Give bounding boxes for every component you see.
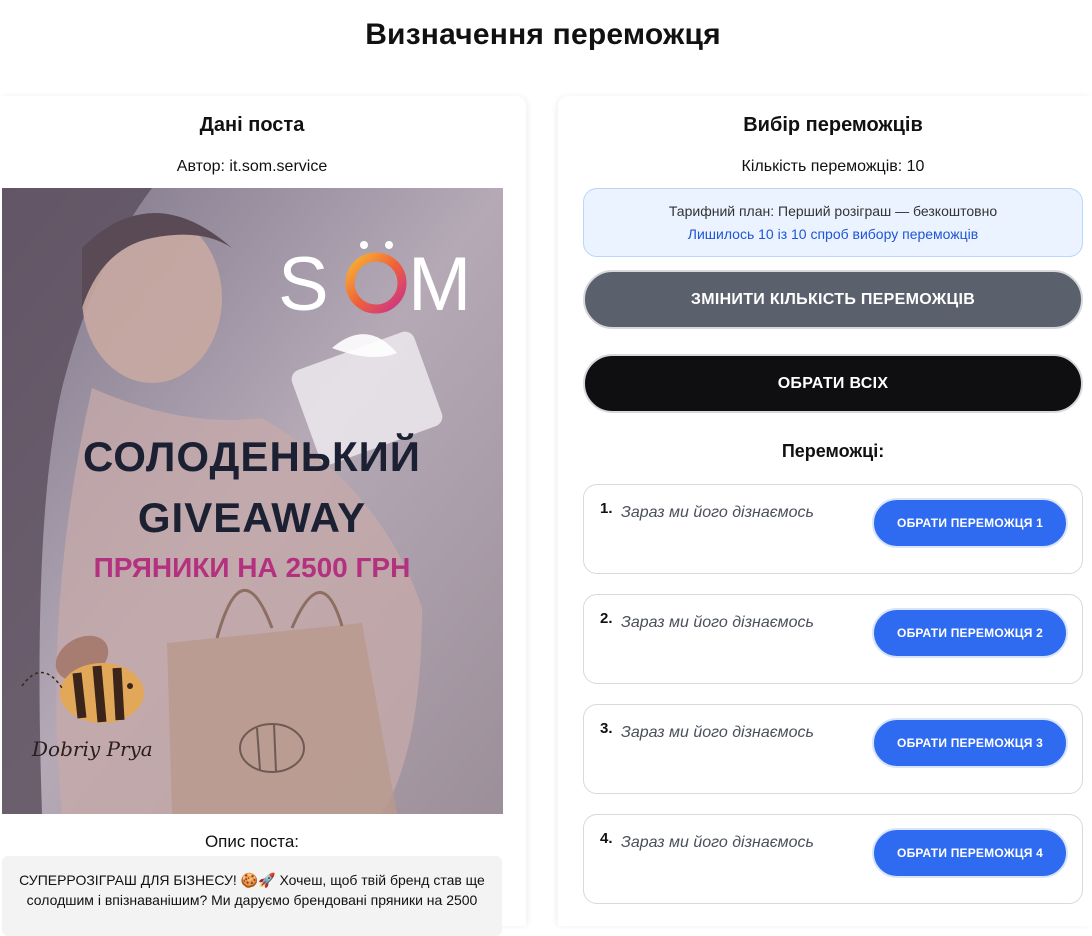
image-headline-line1: СОЛОДЕНЬКИЙ xyxy=(83,432,421,480)
winner-number: 2. xyxy=(600,610,613,627)
image-signature: Dobriy Prya xyxy=(31,737,153,761)
pick-winner-button[interactable]: ОБРАТИ ПЕРЕМОЖЦЯ 4 xyxy=(872,828,1068,878)
description-label: Опис поста: xyxy=(204,832,300,851)
post-author: Автор: it.som.service xyxy=(176,158,328,175)
pick-winner-button[interactable]: ОБРАТИ ПЕРЕМОЖЦЯ 1 xyxy=(872,498,1068,548)
winner-card: 3. Зараз ми його дізнаємось ОБРАТИ ПЕРЕМ… xyxy=(583,704,1083,794)
winner-card: 4. Зараз ми його дізнаємось ОБРАТИ ПЕРЕМ… xyxy=(583,814,1083,904)
winner-placeholder: Зараз ми його дізнаємось xyxy=(621,504,814,521)
winner-number: 1. xyxy=(600,500,613,517)
selection-section-title: Вибір переможців xyxy=(743,114,923,136)
pick-winner-button[interactable]: ОБРАТИ ПЕРЕМОЖЦЯ 3 xyxy=(872,718,1068,768)
winner-placeholder: Зараз ми його дізнаємось xyxy=(621,614,814,631)
attempts-text: Лишилось 10 із 10 спроб вибору переможці… xyxy=(687,226,979,242)
post-image: S M СОЛОДЕНЬКИЙ GIVEAWAY ПРЯНИКИ НА 2500… xyxy=(2,188,503,814)
select-all-button[interactable]: ОБРАТИ ВСІХ xyxy=(583,354,1083,413)
page-title: Визначення переможця xyxy=(365,18,721,51)
change-count-button[interactable]: ЗМІНИТИ КІЛЬКІСТЬ ПЕРЕМОЖЦІВ xyxy=(583,270,1083,329)
winners-label: Переможці: xyxy=(781,441,885,461)
winner-placeholder: Зараз ми його дізнаємось xyxy=(621,834,814,851)
brand-logo-s: S xyxy=(278,242,329,327)
plan-text: Тарифний план: Перший розіграш — безкошт… xyxy=(668,203,998,219)
image-headline-line2: GIVEAWAY xyxy=(138,494,366,541)
winner-card: 1. Зараз ми його дізнаємось ОБРАТИ ПЕРЕМ… xyxy=(583,484,1083,574)
winner-number: 4. xyxy=(600,830,613,847)
winner-placeholder: Зараз ми його дізнаємось xyxy=(621,724,814,741)
image-subline: ПРЯНИКИ НА 2500 ГРН xyxy=(94,552,411,583)
winners-count: Кількість переможців: 10 xyxy=(741,158,925,175)
winner-number: 3. xyxy=(600,720,613,737)
winner-card: 2. Зараз ми його дізнаємось ОБРАТИ ПЕРЕМ… xyxy=(583,594,1083,684)
pick-winner-button[interactable]: ОБРАТИ ПЕРЕМОЖЦЯ 2 xyxy=(872,608,1068,658)
description-box: СУПЕРРОЗІГРАШ ДЛЯ БІЗНЕСУ! 🍪🚀 Хочеш, щоб… xyxy=(2,856,502,936)
plan-info-box: Тарифний план: Перший розіграш — безкошт… xyxy=(583,188,1083,257)
post-section-title: Дані поста xyxy=(199,114,305,136)
svg-text:M: M xyxy=(408,242,471,327)
